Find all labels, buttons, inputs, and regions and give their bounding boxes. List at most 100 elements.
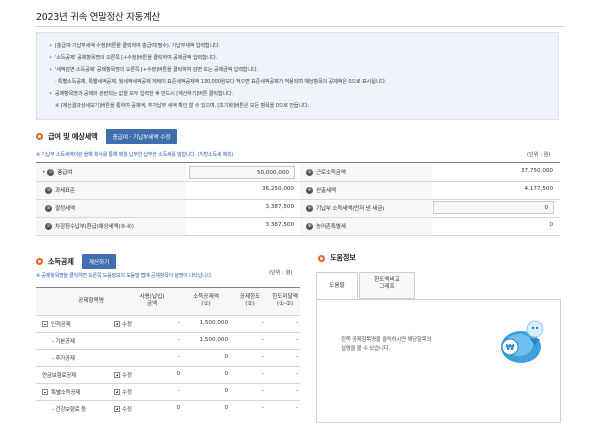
collapse-icon[interactable] — [42, 321, 48, 327]
salary-label-total-pay: • ① 총급여 — [42, 168, 73, 176]
deduct-item-personal[interactable]: 인적공제 — [42, 320, 71, 328]
earned-income-value: 37,750,000 — [520, 168, 553, 174]
computed-tax-value: 4,177,500 — [524, 186, 553, 192]
salary-grid-line — [36, 199, 560, 200]
tax-base-value: 36,250,000 — [261, 186, 294, 192]
table-cell: - — [261, 354, 264, 360]
calculate-button[interactable]: 계산하기 — [81, 254, 117, 269]
num-badge: ② — [306, 168, 313, 176]
salary-section-header: 급여 및 예상세액 총급여 · 기납부세액 수정 — [36, 129, 178, 144]
deduct-item-pension[interactable]: 연금보험료공제 — [42, 371, 76, 379]
table-cell: - — [261, 388, 264, 394]
page-title: 2023년 귀속 연말정산 자동계산 — [36, 12, 160, 23]
num-badge: ⑧ — [306, 222, 313, 230]
tab-limit-graph-label: 한도액비교 그래프 — [374, 277, 400, 290]
deduction-unit: (단위 : 원) — [269, 270, 293, 276]
tab-help-label: 도움말 — [329, 283, 345, 289]
salary-label-tax-base: ③ 과세표준 — [45, 186, 75, 194]
guide-line: ※ [계산결과상세보기]버튼을 통하여 공제액, 추가납부 세액 확인 할 수 … — [55, 103, 310, 109]
expected-tax-value: 3,387,500 — [265, 222, 294, 228]
deduct-item-special[interactable]: 특별소득공제 — [42, 388, 80, 396]
deduction-grid-line — [36, 332, 300, 333]
table-cell: - — [295, 405, 298, 411]
deduction-grid-line — [36, 366, 300, 367]
num-badge: ① — [47, 168, 55, 176]
table-cell: - — [295, 320, 298, 326]
salary-label-determined-tax: ⑤ 결정세액 — [45, 204, 75, 212]
required-mark: • — [42, 168, 46, 176]
edit-pension-button[interactable]: 수정 — [114, 371, 132, 379]
tab-limit-graph[interactable]: 한도액비교 그래프 — [359, 272, 415, 299]
salary-grid-line — [36, 235, 560, 236]
deduction-note: ※ 공제항목명을 클릭하면 오른쪽 도움정보의 도움말 탭에 공제항목의 설명이… — [36, 273, 213, 279]
edit-health-button[interactable]: 수정 — [114, 405, 132, 413]
col-header-deduct: 소득공제액 (①) — [193, 294, 219, 307]
help-panel: 도움말 한도액비교 그래프 왼쪽 공제항목명을 클릭하시면 해당항목의 설명을 … — [316, 272, 561, 423]
help-text: 왼쪽 공제항목명을 클릭하시면 해당항목의 설명을 볼 수 있습니다. — [341, 337, 432, 352]
guide-box: • [총급여·기납부세액 수정]버튼을 클릭하여 총급여(필수), 기납부세액 입… — [36, 32, 559, 120]
table-cell: 0 — [176, 371, 180, 377]
table-cell: - — [261, 405, 264, 411]
collapse-icon[interactable] — [42, 389, 48, 395]
deduction-grid-line — [36, 315, 300, 316]
table-cell: - — [261, 320, 264, 326]
deduct-item-health[interactable]: - 건강보험료 등 — [52, 405, 86, 413]
guide-line: • [총급여·기납부세액 수정]버튼을 클릭하여 총급여(필수), 기납부세액 입… — [49, 43, 221, 49]
col-header-limit: 공제한도 (②) — [239, 294, 261, 307]
deduction-grid-line — [36, 400, 300, 401]
section-bullet-icon — [36, 133, 43, 140]
guide-line: • '세액감면·소득공제' 공제항목명의 오른쪽 [+수정]버튼을 클릭하여 감면… — [49, 67, 258, 73]
guide-line: • 공제항목명과 공제와 관련되는 값을 모두 입력한 후 반드시 [계산하기]버… — [49, 91, 234, 97]
table-cell: - — [295, 388, 298, 394]
table-cell: - — [177, 337, 180, 343]
table-cell: - — [261, 371, 264, 377]
table-cell: 0 — [176, 405, 180, 411]
table-cell: 1,500,000 — [199, 320, 228, 326]
table-cell: - — [177, 320, 180, 326]
total-pay-field[interactable]: 50,000,000 — [189, 166, 295, 179]
tab-help[interactable]: 도움말 — [316, 272, 358, 300]
plus-icon — [114, 389, 120, 395]
edit-special-button[interactable]: 수정 — [114, 388, 132, 396]
num-badge: ⑤ — [45, 204, 52, 212]
salary-edit-button[interactable]: 총급여 · 기납부세액 수정 — [105, 129, 178, 144]
num-badge: ⑦ — [45, 222, 52, 230]
help-section-header: 도움정보 — [318, 253, 356, 263]
deduction-grid-line — [36, 349, 300, 350]
table-cell: 0 — [224, 354, 228, 360]
salary-label-expected-tax: ⑦ 차감징수납부(환급)예상세액(⑤-⑥) — [45, 222, 134, 230]
table-cell: - — [295, 337, 298, 343]
deduct-item-additional[interactable]: - 추가공제 — [52, 354, 75, 362]
deduction-section-header: 소득공제 계산하기 — [36, 254, 117, 269]
table-cell: - — [177, 354, 180, 360]
table-cell: - — [295, 354, 298, 360]
table-cell: 1,500,000 — [199, 337, 228, 343]
deduction-section-title: 소득공제 — [48, 256, 74, 266]
plus-icon — [114, 321, 120, 327]
guide-line: • '소득공제' 공제항목명의 오른쪽 [+수정]버튼을 클릭하여 공제금액 입력… — [49, 55, 218, 61]
col-header-amount: 사용(납입) 금액 — [139, 294, 165, 307]
plus-icon — [114, 372, 120, 378]
guide-line: · 특별소득공제, 특별세액공제, 월세액세액공제 체택이 표준세액공제액 13… — [55, 79, 387, 85]
col-header-under: 한도미달액 (①-②) — [272, 294, 298, 307]
prepaid-tax-field[interactable]: 0 — [433, 201, 554, 214]
title-divider — [36, 26, 564, 27]
salary-label-rural-tax: ⑧ 농어촌특별세 — [306, 222, 346, 230]
salary-grid-line — [36, 217, 560, 218]
salary-note: ※ 기납부 소득세액이란 올해 회사를 통해 매월 납부한 납부한 소득세를 말… — [36, 152, 234, 158]
table-cell: - — [177, 388, 180, 394]
table-cell: 0 — [224, 371, 228, 377]
deduct-item-basic[interactable]: - 기본공제 — [52, 337, 75, 345]
table-cell: - — [295, 371, 298, 377]
section-bullet-icon — [36, 258, 43, 265]
num-badge: ③ — [45, 186, 52, 194]
table-cell: 0 — [224, 388, 228, 394]
salary-label-computed-tax: ④ 산출세액 — [306, 186, 336, 194]
edit-personal-button[interactable]: 수정 — [114, 320, 132, 328]
salary-section-title: 급여 및 예상세액 — [48, 131, 98, 141]
salary-label-prepaid-tax: ⑥ 기납부 소득세액(먼저 낸 세금) — [306, 204, 385, 212]
deduction-grid-line — [36, 383, 300, 384]
col-header-item: 공제항목명 — [78, 298, 104, 304]
help-illustration-icon: ₩ — [501, 320, 544, 363]
salary-unit: (단위 : 원) — [527, 152, 551, 158]
